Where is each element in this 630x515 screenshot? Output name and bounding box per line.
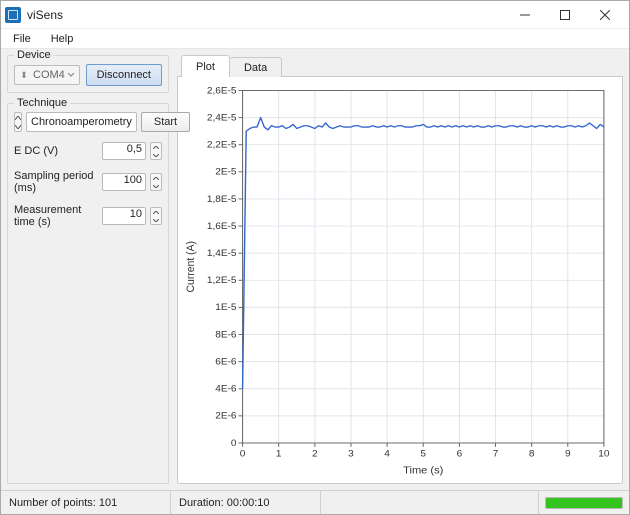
tab-plot[interactable]: Plot bbox=[181, 55, 230, 77]
status-points-label: Number of points: bbox=[9, 497, 96, 509]
svg-text:0: 0 bbox=[231, 438, 237, 449]
edc-stepper[interactable] bbox=[150, 142, 162, 160]
sampling-input[interactable]: 100 bbox=[102, 173, 146, 191]
chart: 0 1 2 3 4 5 6 7 8 9 10 0 2E-6 4E-6 6E-6 8E-6 1E-5 1,2E-5 1… bbox=[180, 81, 614, 479]
svg-text:1: 1 bbox=[276, 449, 282, 460]
technique-group: Technique Chronoamperometry Start E DC (… bbox=[7, 103, 169, 484]
statusbar: Number of points: 101 Duration: 00:00:10 bbox=[1, 490, 629, 514]
maximize-button[interactable] bbox=[545, 1, 585, 29]
svg-text:8E-6: 8E-6 bbox=[215, 330, 236, 341]
meas-label: Measurement time (s) bbox=[14, 204, 98, 228]
status-spacer bbox=[321, 491, 539, 514]
status-duration-value: 00:00:10 bbox=[227, 497, 270, 509]
svg-text:2,4E-5: 2,4E-5 bbox=[207, 113, 237, 124]
menu-help[interactable]: Help bbox=[47, 31, 78, 47]
svg-text:1,4E-5: 1,4E-5 bbox=[207, 248, 237, 259]
port-combo[interactable]: COM4 bbox=[14, 65, 80, 85]
svg-text:4E-6: 4E-6 bbox=[215, 384, 236, 395]
edc-input[interactable]: 0,5 bbox=[102, 142, 146, 160]
device-legend: Device bbox=[14, 49, 54, 61]
meas-input[interactable]: 10 bbox=[102, 207, 146, 225]
tab-data[interactable]: Data bbox=[229, 57, 282, 77]
svg-text:2: 2 bbox=[312, 449, 318, 460]
technique-stepper[interactable] bbox=[14, 112, 22, 132]
svg-text:1E-5: 1E-5 bbox=[215, 303, 237, 314]
svg-text:3: 3 bbox=[348, 449, 354, 460]
menu-file[interactable]: File bbox=[9, 31, 35, 47]
status-duration-label: Duration: bbox=[179, 497, 224, 509]
svg-text:9: 9 bbox=[565, 449, 571, 460]
svg-text:6E-6: 6E-6 bbox=[215, 357, 236, 368]
titlebar: viSens bbox=[1, 1, 629, 29]
technique-legend: Technique bbox=[14, 97, 70, 109]
svg-text:10: 10 bbox=[598, 449, 610, 460]
svg-text:7: 7 bbox=[493, 449, 499, 460]
svg-text:1,6E-5: 1,6E-5 bbox=[207, 221, 237, 232]
progress-bar bbox=[545, 497, 623, 509]
menubar: File Help bbox=[1, 29, 629, 49]
status-points: Number of points: 101 bbox=[1, 491, 171, 514]
window-title: viSens bbox=[27, 8, 505, 22]
svg-text:2,2E-5: 2,2E-5 bbox=[207, 140, 237, 151]
tab-page-plot: 0 1 2 3 4 5 6 7 8 9 10 0 2E-6 4E-6 6E-6 8E-6 1E-5 1,2E-5 1… bbox=[177, 77, 623, 484]
minimize-button[interactable] bbox=[505, 1, 545, 29]
port-value: COM4 bbox=[33, 69, 65, 81]
close-button[interactable] bbox=[585, 1, 625, 29]
svg-text:1,8E-5: 1,8E-5 bbox=[207, 194, 237, 205]
svg-text:5: 5 bbox=[420, 449, 426, 460]
device-group: Device COM4 Disconnect bbox=[7, 55, 169, 93]
status-points-value: 101 bbox=[99, 497, 117, 509]
svg-text:2E-5: 2E-5 bbox=[215, 167, 237, 178]
main-area: Device COM4 Disconnect Technique Chronoa… bbox=[1, 49, 629, 490]
technique-name-field[interactable]: Chronoamperometry bbox=[26, 112, 137, 132]
svg-text:1,2E-5: 1,2E-5 bbox=[207, 275, 237, 286]
left-panel: Device COM4 Disconnect Technique Chronoa… bbox=[1, 49, 175, 490]
right-panel: Plot Data 0 1 2 3 4 5 6 7 8 9 10 0 2E-6 4E-6 6E-6 8E-6 1… bbox=[175, 49, 629, 490]
edc-label: E DC (V) bbox=[14, 145, 98, 157]
svg-text:2E-6: 2E-6 bbox=[215, 411, 236, 422]
port-icon bbox=[19, 70, 29, 80]
tabstrip: Plot Data bbox=[177, 55, 623, 77]
chevron-down-icon bbox=[67, 70, 75, 82]
svg-text:Time (s): Time (s) bbox=[403, 465, 443, 477]
svg-text:8: 8 bbox=[529, 449, 535, 460]
disconnect-button[interactable]: Disconnect bbox=[86, 64, 162, 86]
svg-text:4: 4 bbox=[384, 449, 390, 460]
svg-text:6: 6 bbox=[457, 449, 463, 460]
meas-stepper[interactable] bbox=[150, 207, 162, 225]
sampling-label: Sampling period (ms) bbox=[14, 170, 98, 194]
status-progress bbox=[539, 491, 629, 514]
sampling-stepper[interactable] bbox=[150, 173, 162, 191]
svg-text:2,6E-5: 2,6E-5 bbox=[207, 86, 237, 97]
status-duration: Duration: 00:00:10 bbox=[171, 491, 321, 514]
svg-text:Current (A): Current (A) bbox=[185, 241, 197, 292]
technique-name-value: Chronoamperometry bbox=[31, 116, 132, 128]
app-icon bbox=[5, 7, 21, 23]
svg-text:0: 0 bbox=[240, 449, 246, 460]
